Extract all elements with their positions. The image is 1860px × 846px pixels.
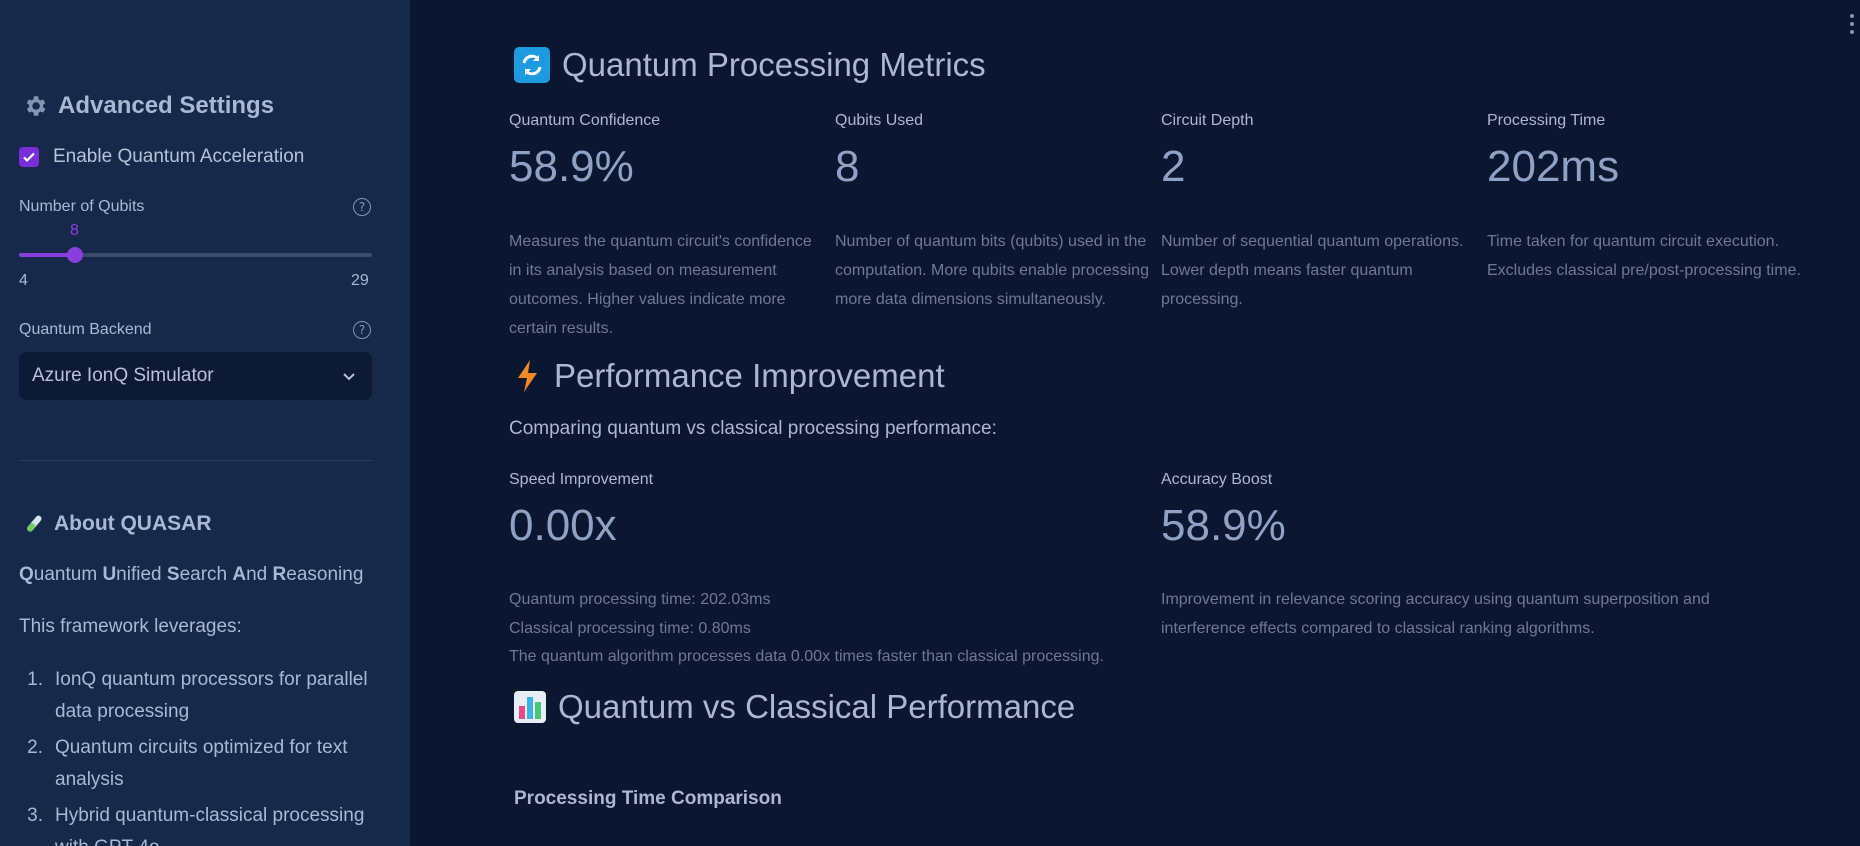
list-item: 2. Quantum circuits optimized for text an… [27,737,348,790]
about-heading: About QUASAR [22,512,211,536]
performance-subtext: Comparing quantum vs classical processin… [509,418,997,439]
sidebar-divider [19,460,372,461]
quasar-acronym: Quantum Unified Search And Reasoning [19,564,364,585]
qubits-slider[interactable] [19,247,372,263]
framework-text: This framework leverages: [19,616,242,637]
slider-min-label: 4 [19,272,28,289]
slider-thumb[interactable] [67,247,84,263]
backend-label: Quantum Backend [19,321,152,338]
enable-quantum-label: Enable Quantum Acceleration [53,146,305,167]
check-icon [23,152,35,163]
bar-chart-icon [514,691,546,723]
metric-circuit-depth: Circuit Depth 2 [1161,112,1254,191]
arrows-counterclockwise-icon [514,47,550,83]
metric-qubits-used: Qubits Used 8 [835,112,924,191]
lightning-icon [518,360,537,392]
accuracy-description: Improvement in relevance scoring accurac… [1161,591,1710,637]
chart-title: Processing Time Comparison [514,788,782,809]
list-item: 3.Hybrid quantum-classical processing wi… [27,805,365,846]
backend-selected-value: Azure IonQ Simulator [32,365,214,386]
slider-max-label: 29 [351,272,369,289]
help-icon[interactable]: ? [353,321,371,339]
metric-speed-improvement: Speed Improvement 0.00x [509,471,654,550]
list-item: 1. IonQ quantum processors for parallel d… [27,669,368,722]
advanced-settings-heading: Advanced Settings [22,92,274,120]
performance-heading: Performance Improvement [514,357,945,395]
qubits-slider-value: 8 [70,222,79,239]
comparison-heading: Quantum vs Classical Performance [514,688,1075,726]
speed-details: Quantum processing time: 202.03ms Classi… [509,591,1104,665]
metric-description: Number of sequential quantum operations.… [1161,233,1464,308]
chevron-down-icon [343,373,355,381]
sidebar: Advanced Settings Enable Quantum Acceler… [0,0,410,846]
checkbox-box[interactable] [19,147,39,167]
framework-list: 1. IonQ quantum processors for parallel d… [19,664,379,846]
advanced-settings-title: Advanced Settings [58,92,275,119]
metric-processing-time: Processing Time 202ms [1487,112,1620,191]
help-icon[interactable]: ? [353,198,371,216]
performance-title: Performance Improvement [554,357,945,394]
metric-description: Measures the quantum circuit's confidenc… [509,233,812,337]
gear-icon [26,96,46,116]
metrics-title: Quantum Processing Metrics [562,46,986,83]
metric-quantum-confidence: Quantum Confidence 58.9% [509,112,661,191]
metric-description: Number of quantum bits (qubits) used in … [835,233,1149,308]
metrics-heading: Quantum Processing Metrics [514,46,986,84]
kebab-menu-icon[interactable] [1850,14,1856,34]
backend-select[interactable]: Azure IonQ Simulator [19,352,372,400]
main-content: Quantum Processing Metrics Quantum Confi… [410,0,1860,846]
about-title: About QUASAR [54,512,212,535]
qubits-label: Number of Qubits [19,198,145,215]
comparison-title: Quantum vs Classical Performance [558,688,1076,725]
test-tube-icon [27,515,42,532]
metric-description: Time taken for quantum circuit execution… [1487,233,1801,279]
metric-accuracy-boost: Accuracy Boost 58.9% [1161,471,1286,550]
enable-quantum-checkbox[interactable]: Enable Quantum Acceleration [19,146,304,168]
